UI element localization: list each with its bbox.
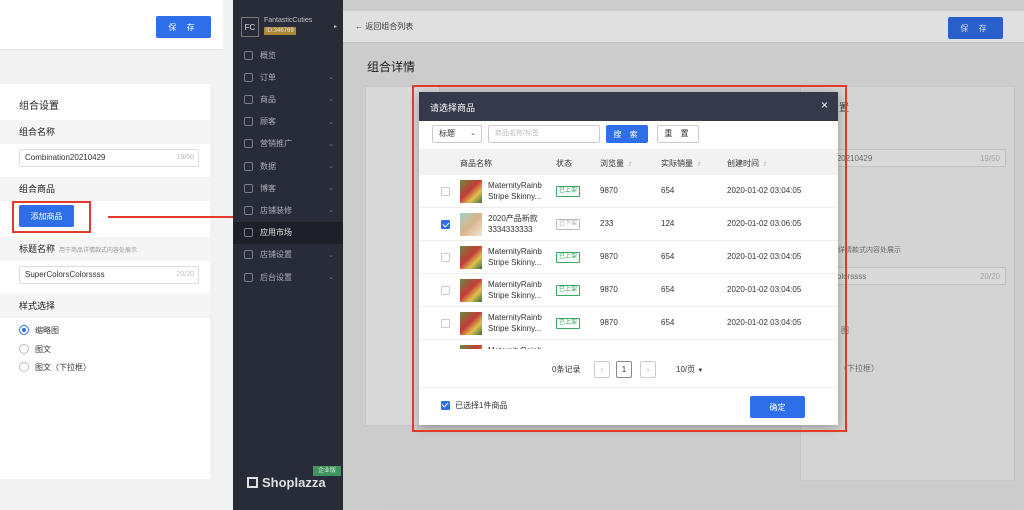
combo-name-count: 19/50: [176, 154, 194, 161]
combo-name-input[interactable]: Combination20210429 19/50: [19, 149, 199, 167]
style-section-label: 样式选择: [0, 294, 210, 318]
style-option-label: 缩略图: [35, 325, 59, 335]
annotation-highlight-modal: [412, 85, 847, 432]
combo-settings-card: 组合设置 组合名称 Combination20210429 19/50 组合商品…: [0, 84, 210, 479]
title-name-input[interactable]: SuperColorsColorssss 20/20: [19, 266, 199, 284]
radio-icon: [19, 362, 29, 372]
title-label: 标题名称: [19, 244, 56, 254]
style-option-dropdown[interactable]: 图文（下拉框）: [19, 360, 91, 374]
name-section-label: 组合名称: [0, 120, 210, 144]
style-option-thumbnail[interactable]: 缩略图: [19, 323, 59, 337]
left-top-bar: 保 存: [0, 0, 223, 50]
style-option-label: 图文: [35, 344, 51, 354]
left-panel: 保 存 组合设置 组合名称 Combination20210429 19/50 …: [0, 0, 223, 510]
radio-icon: [19, 344, 29, 354]
settings-title: 组合设置: [19, 101, 59, 112]
style-option-label: 图文（下拉框）: [35, 362, 91, 372]
title-name-value: SuperColorsColorssss: [25, 270, 105, 279]
title-name-count: 20/20: [176, 271, 194, 278]
products-section-label: 组合商品: [0, 177, 210, 201]
save-button[interactable]: 保 存: [156, 16, 211, 38]
annotation-highlight-add-button: [12, 201, 91, 233]
combo-name-value: Combination20210429: [25, 153, 106, 162]
title-section-label: 标题名称 用于商品详情款式内容处展示: [0, 237, 210, 261]
radio-selected-icon: [19, 325, 29, 335]
title-hint: 用于商品详情款式内容处展示: [59, 248, 138, 254]
style-option-image-text[interactable]: 图文: [19, 342, 51, 356]
